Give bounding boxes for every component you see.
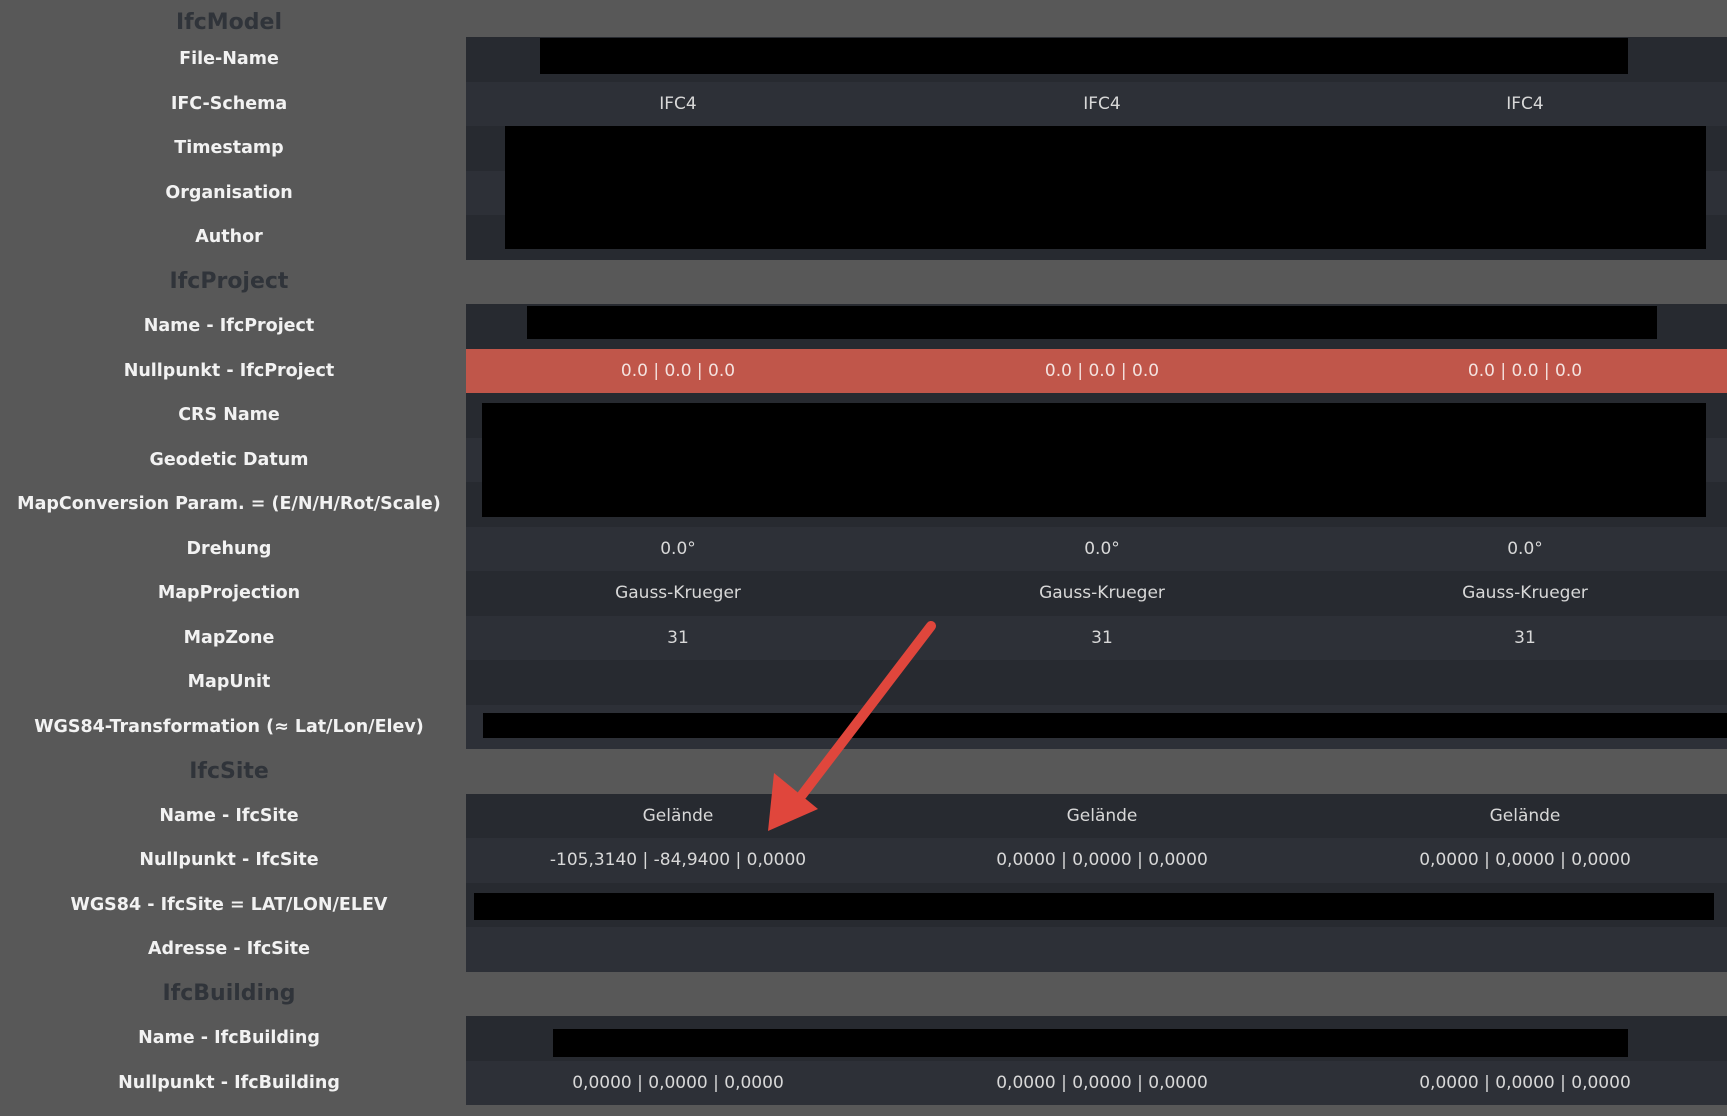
row-adresse-ifcsite: Adresse - IfcSite <box>0 927 1727 972</box>
row-label: Drehung <box>186 538 272 559</box>
row-label: Name - IfcBuilding <box>138 1028 320 1049</box>
row-label: Adresse - IfcSite <box>147 939 311 960</box>
row-mapprojection: MapProjection Gauss-Krueger Gauss-Kruege… <box>0 571 1727 616</box>
row-values: Gauss-Krueger Gauss-Krueger Gauss-Kruege… <box>466 571 1727 616</box>
value-cell: 31 <box>1091 627 1113 648</box>
row-label: Timestamp <box>174 138 284 159</box>
redaction-block-wgs84-site <box>474 893 1714 920</box>
row-label: MapConversion Param. = (E/N/H/Rot/Scale) <box>17 494 441 515</box>
row-label: WGS84 - IfcSite = LAT/LON/ELEV <box>70 894 388 915</box>
row-nullpunkt-ifcbuilding: Nullpunkt - IfcBuilding 0,0000 | 0,0000 … <box>0 1060 1727 1105</box>
value-cell: Gelände <box>642 805 714 826</box>
value-cell: 0,0000 | 0,0000 | 0,0000 <box>572 1072 784 1093</box>
section-header-ifcbuilding: IfcBuilding <box>0 972 1727 1017</box>
row-label: CRS Name <box>178 405 280 426</box>
row-label: Name - IfcSite <box>159 805 299 826</box>
value-cell: Gauss-Krueger <box>1039 583 1165 604</box>
row-label: File-Name <box>179 49 279 70</box>
row-label: WGS84-Transformation (≈ Lat/Lon/Elev) <box>34 716 424 737</box>
section-header-ifcsite: IfcSite <box>0 749 1727 794</box>
row-label: Name - IfcProject <box>143 316 315 337</box>
value-cell: 0.0° <box>660 538 696 559</box>
row-mapunit: MapUnit <box>0 660 1727 705</box>
value-cell: 0,0000 | 0,0000 | 0,0000 <box>996 1072 1208 1093</box>
row-values: -105,3140 | -84,9400 | 0,0000 0,0000 | 0… <box>466 838 1727 883</box>
redaction-block-model-meta <box>505 126 1706 249</box>
redaction-block-project-name <box>527 306 1657 339</box>
row-nullpunkt-ifcproject: Nullpunkt - IfcProject 0.0 | 0.0 | 0.0 0… <box>0 348 1727 393</box>
value-cell: 31 <box>667 627 689 648</box>
row-drehung: Drehung 0.0° 0.0° 0.0° <box>0 526 1727 571</box>
value-cell: IFC4 <box>1506 93 1544 114</box>
row-name-ifcsite: Name - IfcSite Gelände Gelände Gelände <box>0 793 1727 838</box>
row-values <box>466 660 1727 705</box>
value-cell: 0.0 | 0.0 | 0.0 <box>620 360 736 381</box>
row-label: MapProjection <box>157 583 301 604</box>
value-cell: 0.0 | 0.0 | 0.0 <box>1467 360 1583 381</box>
section-title: IfcBuilding <box>162 981 296 1007</box>
row-label: IFC-Schema <box>170 93 288 114</box>
row-label: MapUnit <box>187 672 271 693</box>
value-cell: IFC4 <box>1083 93 1121 114</box>
value-cell: 0,0000 | 0,0000 | 0,0000 <box>996 850 1208 871</box>
value-cell: IFC4 <box>659 93 697 114</box>
row-label: MapZone <box>183 627 275 648</box>
value-cell: 0,0000 | 0,0000 | 0,0000 <box>1419 1072 1631 1093</box>
value-cell: Gauss-Krueger <box>615 583 741 604</box>
row-label: Nullpunkt - IfcSite <box>139 850 319 871</box>
row-label: Nullpunkt - IfcProject <box>123 360 335 381</box>
value-cell: 0.0 | 0.0 | 0.0 <box>1044 360 1160 381</box>
value-cell: 0.0° <box>1507 538 1543 559</box>
row-values-warning: 0.0 | 0.0 | 0.0 0.0 | 0.0 | 0.0 0.0 | 0.… <box>466 348 1727 393</box>
row-label: Organisation <box>165 182 293 203</box>
value-cell: Gelände <box>1066 805 1138 826</box>
value-cell: Gauss-Krueger <box>1462 583 1588 604</box>
row-values <box>466 927 1727 972</box>
value-cell: -105,3140 | -84,9400 | 0,0000 <box>549 850 807 871</box>
section-title: IfcProject <box>169 269 289 295</box>
value-cell: 0.0° <box>1084 538 1120 559</box>
redaction-block-crs <box>482 403 1706 517</box>
row-values: Gelände Gelände Gelände <box>466 793 1727 838</box>
row-label: Geodetic Datum <box>149 449 309 470</box>
value-cell: Gelände <box>1489 805 1561 826</box>
row-values: IFC4 IFC4 IFC4 <box>466 81 1727 126</box>
row-label: Author <box>195 227 263 248</box>
redaction-block-building-name <box>553 1029 1628 1057</box>
row-values: 0,0000 | 0,0000 | 0,0000 0,0000 | 0,0000… <box>466 1060 1727 1105</box>
row-values: 0.0° 0.0° 0.0° <box>466 526 1727 571</box>
row-mapzone: MapZone 31 31 31 <box>0 615 1727 660</box>
section-header-ifcproject: IfcProject <box>0 260 1727 305</box>
redaction-block-wgs84-transformation <box>483 713 1727 738</box>
row-values: 31 31 31 <box>466 615 1727 660</box>
redaction-block-file-name <box>540 38 1628 74</box>
row-ifc-schema: IFC-Schema IFC4 IFC4 IFC4 <box>0 81 1727 126</box>
section-title: IfcSite <box>189 758 269 784</box>
value-cell: 0,0000 | 0,0000 | 0,0000 <box>1419 850 1631 871</box>
row-label: Nullpunkt - IfcBuilding <box>118 1072 340 1093</box>
row-nullpunkt-ifcsite: Nullpunkt - IfcSite -105,3140 | -84,9400… <box>0 838 1727 883</box>
value-cell: 31 <box>1514 627 1536 648</box>
